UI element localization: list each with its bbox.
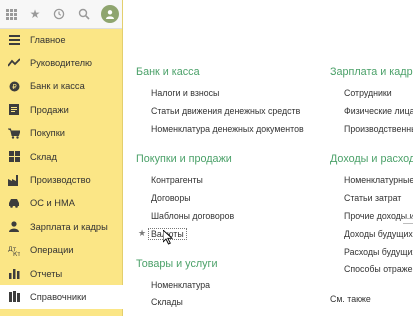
car-icon [8,197,20,209]
sidebar-item-salary[interactable]: Зарплата и кадры [0,215,122,238]
link-individuals[interactable]: Физические лица [344,106,413,116]
link-counterparties[interactable]: Контрагенты [151,175,203,185]
sidebar-item-reports[interactable]: Отчеты [0,262,122,285]
bar-chart-icon [8,268,20,280]
hamburger-icon [8,34,20,46]
svg-text:₽: ₽ [12,83,17,91]
factory-icon [8,174,20,186]
sidebar-item-label: Покупки [30,128,65,139]
directories-panel: Банк и касса Налоги и взносы Статьи движ… [122,0,413,316]
link-cost-items[interactable]: Статьи затрат [344,193,401,203]
sidebar-item-production[interactable]: Производство [0,168,122,191]
sidebar-item-label: Руководителю [30,58,93,69]
sidebar-item-label: Справочники [30,291,87,302]
section-menu: Главное Руководителю ₽ Банк и касса Прод… [0,28,123,309]
sidebar-item-label: Производство [30,175,91,186]
section-heading-income: Доходы и расходы [330,153,413,165]
link-contracts[interactable]: Договоры [151,193,191,203]
sidebar-item-label: Главное [30,34,66,45]
section-heading-bank: Банк и касса [136,66,200,78]
scrollbar-handle[interactable] [403,218,413,224]
document-icon [8,104,20,116]
sidebar-item-sales[interactable]: Продажи [0,98,122,121]
mouse-cursor-icon [163,230,173,245]
link-cashflow-items[interactable]: Статьи движения денежных средств [151,106,300,116]
svg-text:Кт: Кт [13,251,20,256]
shopping-cart-icon [8,127,20,139]
see-also-label: См. также [330,294,371,304]
link-employees[interactable]: Сотрудники [344,88,392,98]
trend-chart-icon [8,57,20,69]
user-avatar-icon[interactable] [101,5,119,23]
section-heading-goods: Товары и услуги [136,258,218,270]
link-nomenclature-groups[interactable]: Номенклатурные [344,175,413,185]
person-icon [8,221,20,233]
sidebar-item-operations[interactable]: Дт Кт Операции [0,239,122,262]
sidebar-item-label: Зарплата и кадры [30,221,108,232]
link-contract-templates[interactable]: Шаблоны договоров [151,211,234,221]
sidebar-toolbar: ★ [0,0,122,29]
sidebar-item-assets[interactable]: ОС и НМА [0,192,122,215]
link-nomenclature[interactable]: Номенклатура [151,280,210,290]
sidebar-item-label: Склад [30,151,57,162]
link-taxes[interactable]: Налоги и взносы [151,88,219,98]
coin-icon: ₽ [8,80,20,92]
operations-icon: Дт Кт [8,244,20,256]
section-heading-salary: Зарплата и кадры [330,66,413,78]
star-icon[interactable]: ★ [26,5,44,23]
section-heading-purchases-sales: Покупки и продажи [136,153,232,165]
sidebar-item-main[interactable]: Главное [0,28,122,51]
link-money-documents[interactable]: Номенклатура денежных документов [151,124,304,134]
link-warehouses[interactable]: Склады [151,297,183,307]
sidebar: ★ Главное Руководителю ₽ Банк и касса Пр… [0,0,123,316]
sidebar-item-warehouse[interactable]: Склад [0,145,122,168]
apps-grid-icon[interactable] [2,5,20,23]
sidebar-item-label: Продажи [30,104,69,115]
sidebar-item-directories[interactable]: Справочники [0,285,123,309]
sidebar-item-label: Операции [30,245,74,256]
books-icon [8,291,20,303]
warehouse-grid-icon [8,151,20,163]
search-icon[interactable] [75,5,93,23]
link-reflection-methods[interactable]: Способы отражен [344,264,413,274]
sidebar-item-purchases[interactable]: Покупки [0,122,122,145]
sidebar-item-label: ОС и НМА [30,198,75,209]
sidebar-item-manager[interactable]: Руководителю [0,51,122,74]
sidebar-item-bank[interactable]: ₽ Банк и касса [0,75,122,98]
sidebar-item-label: Отчеты [30,268,63,279]
sidebar-item-label: Банк и касса [30,81,85,92]
link-deferred-income[interactable]: Доходы будущих [344,229,413,239]
link-production-calendar[interactable]: Производственны [344,124,413,134]
history-icon[interactable] [50,5,68,23]
favorite-star-icon[interactable]: ★ [138,228,146,239]
link-deferred-expenses[interactable]: Расходы будущих [344,247,413,257]
